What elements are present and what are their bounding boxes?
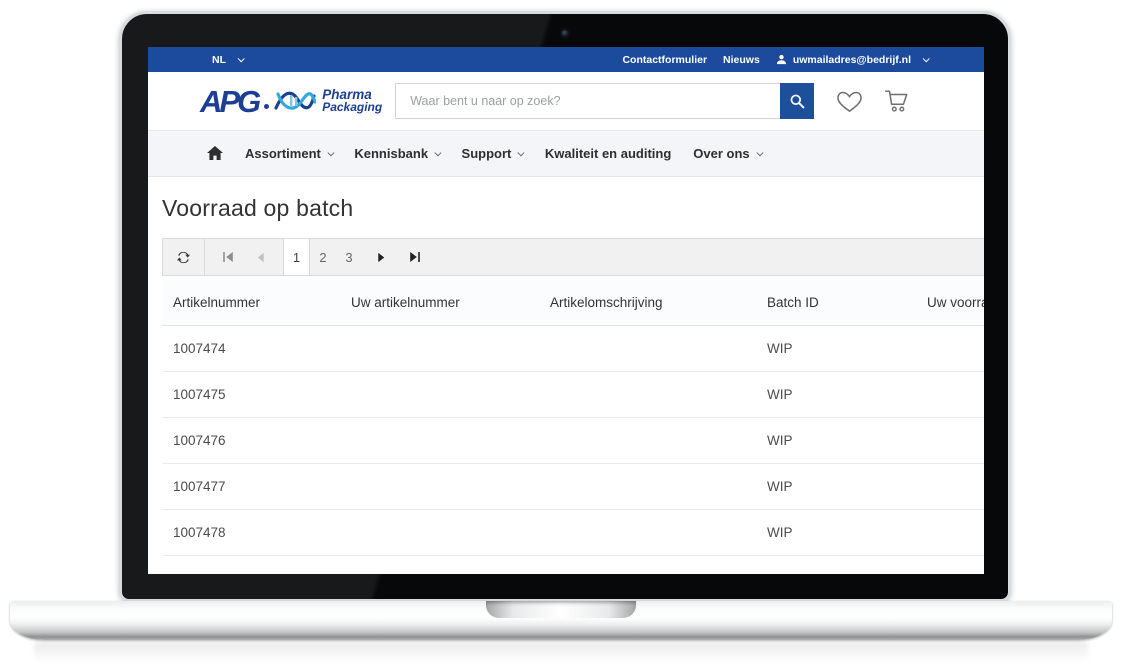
company-logo[interactable]: APG Pharma Packaging: [200, 86, 382, 117]
nav-item-label: Kennisbank: [354, 146, 428, 161]
nav-item-kwaliteit-en-auditing[interactable]: Kwaliteit en auditing: [545, 146, 671, 161]
logo-dot: [264, 104, 269, 109]
last-page-button[interactable]: [398, 239, 432, 275]
table-row: 1007477 WIP: [162, 464, 984, 510]
cell-artikelnummer: 1007477: [162, 479, 340, 494]
table-row-partial: [162, 556, 984, 574]
logo-tagline: Pharma Packaging: [322, 88, 382, 114]
refresh-button[interactable]: [163, 239, 205, 275]
site-header: APG Pharma Packaging: [148, 72, 984, 130]
page-button-3[interactable]: 3: [336, 239, 362, 275]
first-page-icon: [222, 251, 234, 263]
contact-form-link[interactable]: Contactformulier: [622, 54, 707, 66]
previous-page-icon: [255, 252, 266, 263]
table-row: 1007476 WIP: [162, 418, 984, 464]
chevron-down-icon: [923, 55, 930, 62]
cell-batch-id: WIP: [756, 525, 916, 540]
nav-item-assortiment[interactable]: Assortiment: [245, 146, 332, 161]
column-header-artikelomschrijving: Artikelomschrijving: [539, 295, 756, 310]
first-page-button[interactable]: [211, 239, 245, 275]
top-utility-bar: NL Contactformulier Nieuws uwmailadres@b…: [148, 47, 984, 72]
chevron-down-icon: [238, 55, 245, 62]
news-link[interactable]: Nieuws: [723, 54, 760, 66]
cell-artikelnummer: 1007475: [162, 387, 340, 402]
cell-artikelnummer: 1007478: [162, 525, 340, 540]
browser-viewport: NL Contactformulier Nieuws uwmailadres@b…: [148, 47, 984, 574]
main-navigation: Assortiment Kennisbank Support Kwaliteit…: [148, 130, 984, 177]
next-page-button[interactable]: [366, 239, 396, 275]
webcam-dot: [562, 30, 569, 37]
logo-tagline-line2: Packaging: [322, 101, 382, 114]
column-header-uw-voorraad: Uw voorraad: [916, 295, 984, 310]
page-button-current[interactable]: 1: [283, 239, 310, 275]
nav-item-kennisbank[interactable]: Kennisbank: [354, 146, 439, 161]
page-button-2[interactable]: 2: [310, 239, 336, 275]
table-header-row: Artikelnummer Uw artikelnummer Artikelom…: [162, 280, 984, 326]
account-menu[interactable]: uwmailadres@bedrijf.nl: [776, 54, 928, 66]
wishlist-button[interactable]: [836, 89, 863, 114]
cell-artikelnummer: 1007476: [162, 433, 340, 448]
search-bar: [395, 83, 814, 119]
column-header-artikelnummer: Artikelnummer: [162, 295, 340, 310]
last-page-icon: [409, 251, 421, 263]
nav-item-label: Over ons: [693, 146, 749, 161]
laptop-mockup: NL Contactformulier Nieuws uwmailadres@b…: [0, 0, 1122, 669]
nav-home[interactable]: [207, 146, 223, 161]
logo-acronym: APG: [200, 86, 258, 117]
topbar-links: Contactformulier Nieuws uwmailadres@bedr…: [622, 54, 928, 66]
previous-page-button[interactable]: [245, 239, 275, 275]
cell-batch-id: WIP: [756, 479, 916, 494]
heart-icon: [836, 89, 863, 114]
nav-item-over-ons[interactable]: Over ons: [693, 146, 761, 161]
cell-batch-id: WIP: [756, 341, 916, 356]
search-input[interactable]: [395, 83, 780, 119]
chevron-down-icon: [756, 150, 762, 156]
nav-item-label: Kwaliteit en auditing: [545, 146, 671, 161]
cell-batch-id: WIP: [756, 433, 916, 448]
column-header-batch-id: Batch ID: [756, 295, 916, 310]
chevron-down-icon: [435, 150, 441, 156]
nav-item-support[interactable]: Support: [462, 146, 523, 161]
laptop-base: [10, 601, 1112, 640]
refresh-icon: [176, 250, 191, 265]
cart-button[interactable]: [883, 88, 911, 114]
cart-icon: [883, 88, 911, 114]
nav-item-label: Support: [462, 146, 512, 161]
page-content: Voorraad op batch: [148, 193, 984, 574]
column-header-uw-artikelnummer: Uw artikelnummer: [340, 295, 539, 310]
nav-item-label: Assortiment: [245, 146, 321, 161]
grid-pager: 1 2 3: [162, 238, 984, 276]
dna-helix-icon: [274, 86, 316, 116]
table-row: 1007475 WIP: [162, 372, 984, 418]
page-title: Voorraad op batch: [162, 193, 984, 223]
laptop-screen: NL Contactformulier Nieuws uwmailadres@b…: [119, 11, 1011, 602]
search-button[interactable]: [780, 83, 814, 119]
table-row: 1007474 WIP: [162, 326, 984, 372]
next-page-icon: [376, 252, 387, 263]
home-icon: [207, 146, 223, 161]
language-selector[interactable]: NL: [212, 54, 243, 66]
search-icon: [789, 93, 806, 110]
table-row: 1007478 WIP: [162, 510, 984, 556]
batch-stock-table: Artikelnummer Uw artikelnummer Artikelom…: [162, 280, 984, 574]
user-icon: [776, 54, 787, 65]
cell-artikelnummer: 1007474: [162, 341, 340, 356]
account-email: uwmailadres@bedrijf.nl: [793, 54, 911, 66]
laptop-reflection: [34, 642, 1088, 666]
chevron-down-icon: [328, 150, 334, 156]
laptop-notch: [486, 601, 636, 618]
language-label: NL: [212, 54, 226, 66]
chevron-down-icon: [518, 150, 524, 156]
cell-batch-id: WIP: [756, 387, 916, 402]
